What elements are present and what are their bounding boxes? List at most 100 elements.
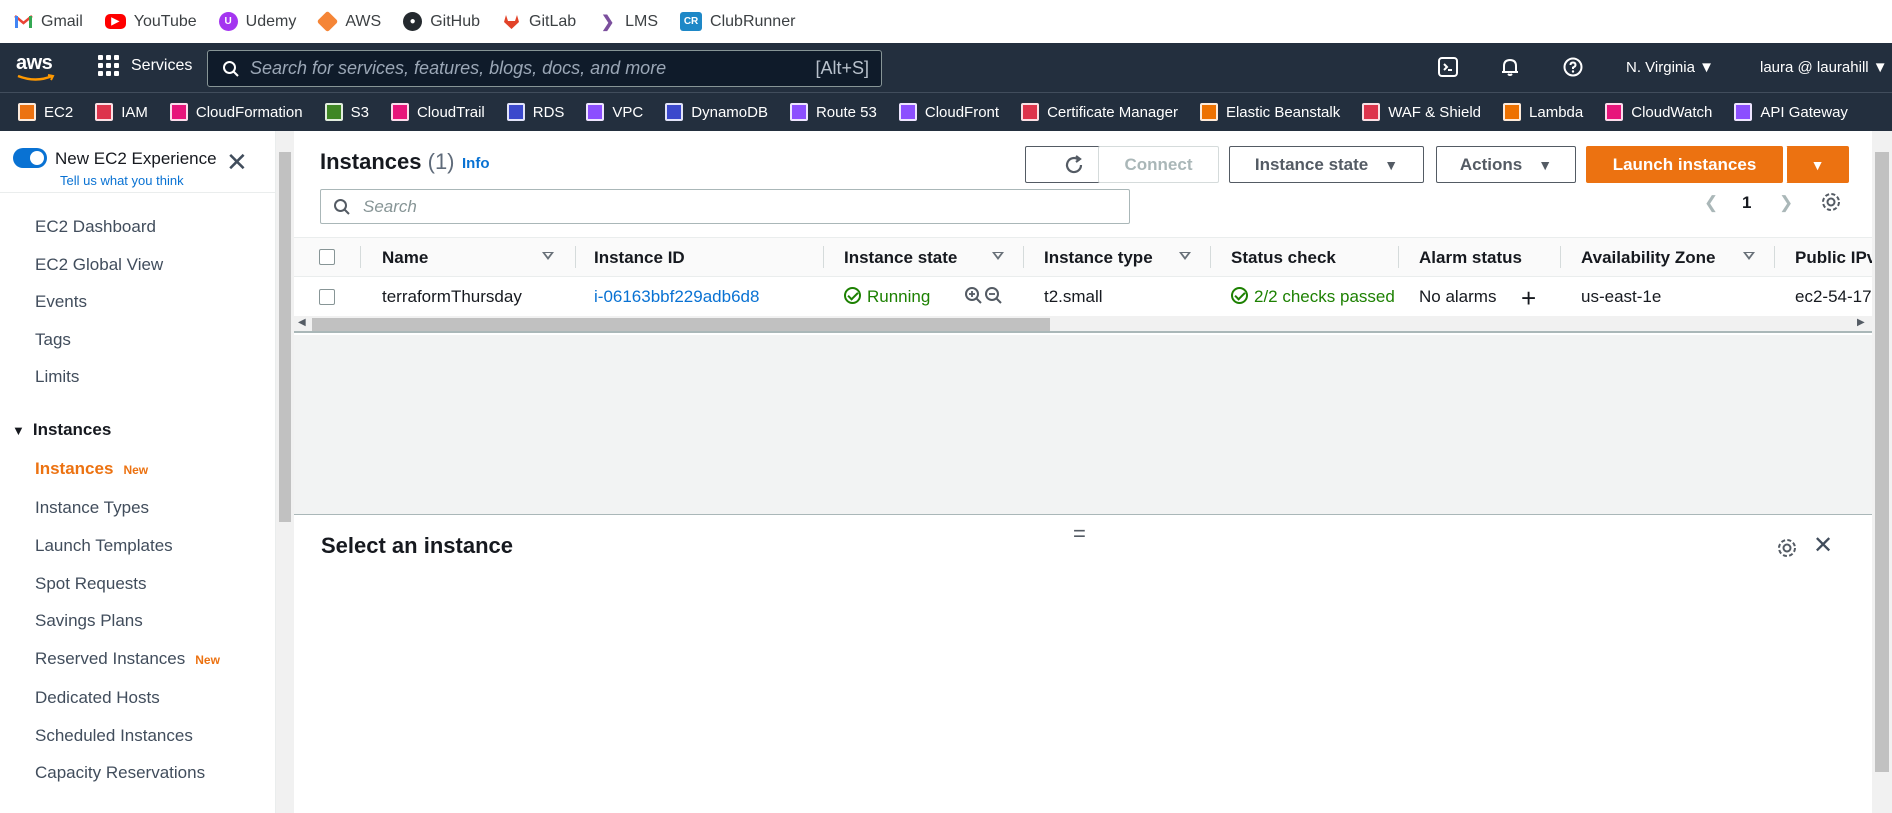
bookmark-gmail[interactable]: Gmail xyxy=(14,12,83,31)
shortcut-dynamodb[interactable]: DynamoDB xyxy=(665,103,768,121)
column-divider xyxy=(360,246,361,268)
bookmarks-bar: Gmail ▶ YouTube U Udemy AWS ● GitHub GitLab… xyxy=(0,0,1892,43)
bookmark-youtube[interactable]: ▶ YouTube xyxy=(104,13,197,31)
sort-icon[interactable] xyxy=(542,252,554,260)
column-header-public-ipv4[interactable]: Public IPv xyxy=(1795,248,1876,268)
global-search-input[interactable]: Search for services, features, blogs, do… xyxy=(207,50,882,87)
next-page-icon[interactable]: ❯ xyxy=(1779,193,1793,213)
shortcut-route53[interactable]: Route 53 xyxy=(789,103,877,121)
new-experience-toggle[interactable] xyxy=(13,148,47,168)
shortcut-cloudwatch[interactable]: CloudWatch xyxy=(1605,103,1712,121)
page-scrollbar-thumb[interactable] xyxy=(1875,152,1889,772)
sidebar-item-launch-templates[interactable]: Launch Templates xyxy=(35,536,173,556)
aws-cube-icon xyxy=(317,10,339,33)
bookmark-clubrunner[interactable]: CR ClubRunner xyxy=(680,12,795,31)
sidebar-item-reserved-instances[interactable]: Reserved Instances New xyxy=(35,649,220,669)
shortcut-cloudtrail[interactable]: CloudTrail xyxy=(390,103,485,121)
sidebar-item-instance-types[interactable]: Instance Types xyxy=(35,498,149,518)
aws-logo[interactable]: aws xyxy=(16,52,60,84)
table-horizontal-scrollbar[interactable]: ◀ ▶ xyxy=(294,316,1872,333)
sidebar-item-tags[interactable]: Tags xyxy=(35,330,71,350)
new-badge: New xyxy=(195,653,220,667)
shortcut-lambda[interactable]: Lambda xyxy=(1503,103,1583,121)
column-header-alarm-status[interactable]: Alarm status xyxy=(1419,248,1522,268)
shortcut-waf-shield[interactable]: WAF & Shield xyxy=(1362,103,1481,121)
shortcut-ec2[interactable]: EC2 xyxy=(18,103,73,121)
zoom-in-icon[interactable] xyxy=(964,286,983,310)
sidebar-item-dedicated-hosts[interactable]: Dedicated Hosts xyxy=(35,688,160,708)
sidebar-item-instances[interactable]: Instances New xyxy=(35,459,148,479)
page-number[interactable]: 1 xyxy=(1742,193,1751,213)
bell-icon[interactable] xyxy=(1500,57,1520,82)
split-panel-settings-icon[interactable] xyxy=(1776,537,1798,564)
scroll-right-icon[interactable]: ▶ xyxy=(1857,317,1865,328)
launch-dropdown-button[interactable]: ▼ xyxy=(1786,146,1849,183)
add-alarm-icon[interactable]: + xyxy=(1521,283,1536,314)
sidebar-item-spot-requests[interactable]: Spot Requests xyxy=(35,574,147,594)
horizontal-scrollbar-thumb[interactable] xyxy=(312,318,1050,331)
account-menu[interactable]: laura @ laurahill ▼ xyxy=(1760,59,1888,76)
sort-icon[interactable] xyxy=(992,252,1004,260)
shortcut-cloudformation[interactable]: CloudFormation xyxy=(169,103,303,121)
shortcut-iam[interactable]: IAM xyxy=(95,103,148,121)
bookmark-udemy[interactable]: U Udemy xyxy=(218,12,296,31)
column-divider xyxy=(1023,246,1024,268)
region-selector[interactable]: N. Virginia ▼ xyxy=(1626,59,1714,76)
column-header-availability-zone[interactable]: Availability Zone xyxy=(1581,248,1715,268)
select-all-checkbox[interactable] xyxy=(319,249,335,265)
bookmark-gitlab[interactable]: GitLab xyxy=(502,12,576,31)
row-checkbox[interactable] xyxy=(319,289,335,305)
aws-smile-icon xyxy=(17,74,55,81)
shortcut-elastic-beanstalk[interactable]: Elastic Beanstalk xyxy=(1199,103,1340,121)
zoom-out-icon[interactable] xyxy=(984,286,1003,310)
info-link[interactable]: Info xyxy=(462,155,490,172)
shortcut-cloudfront[interactable]: CloudFront xyxy=(898,103,999,121)
sidebar-item-ec2-dashboard[interactable]: EC2 Dashboard xyxy=(35,217,156,237)
sidebar-item-savings-plans[interactable]: Savings Plans xyxy=(35,611,143,631)
instance-state-status: Running xyxy=(844,287,930,307)
shortcut-s3[interactable]: S3 xyxy=(324,103,369,121)
shortcut-certificate-manager[interactable]: Certificate Manager xyxy=(1021,103,1178,121)
cloudshell-icon[interactable] xyxy=(1438,57,1458,82)
column-header-instance-state[interactable]: Instance state xyxy=(844,248,957,268)
connect-button[interactable]: Connect xyxy=(1098,146,1219,183)
new-experience-panel: New EC2 Experience Tell us what you thin… xyxy=(0,131,276,193)
sidebar-item-capacity-reservations[interactable]: Capacity Reservations xyxy=(35,763,205,783)
table-settings-icon[interactable] xyxy=(1820,191,1842,218)
scroll-left-icon[interactable]: ◀ xyxy=(298,317,306,328)
launch-instances-button[interactable]: Launch instances xyxy=(1586,146,1783,183)
instance-state-button[interactable]: Instance state ▼ xyxy=(1229,146,1424,183)
shortcut-vpc[interactable]: VPC xyxy=(586,103,643,121)
caret-down-icon: ▼ xyxy=(1699,59,1714,76)
shortcut-rds[interactable]: RDS xyxy=(506,103,564,121)
close-split-panel-icon[interactable]: ✕ xyxy=(1813,531,1833,560)
sidebar-item-limits[interactable]: Limits xyxy=(35,367,79,387)
column-header-name[interactable]: Name xyxy=(382,248,428,268)
feedback-link[interactable]: Tell us what you think xyxy=(60,173,184,188)
sidebar-item-scheduled-instances[interactable]: Scheduled Instances xyxy=(35,726,193,746)
bookmark-aws[interactable]: AWS xyxy=(317,10,381,33)
sidebar-scrollbar-thumb[interactable] xyxy=(279,152,291,522)
main-content: Instances (1) Info Connect Instance stat… xyxy=(294,131,1876,813)
shortcut-api-gateway[interactable]: API Gateway xyxy=(1734,103,1848,121)
column-header-status-check[interactable]: Status check xyxy=(1231,248,1336,268)
instances-search-input[interactable]: Search xyxy=(320,189,1130,224)
bookmark-github[interactable]: ● GitHub xyxy=(403,12,480,31)
instance-id-link[interactable]: i-06163bbf229adb6d8 xyxy=(594,287,759,307)
previous-page-icon[interactable]: ❮ xyxy=(1704,193,1718,213)
services-menu-button[interactable]: Services xyxy=(98,55,192,76)
actions-button[interactable]: Actions ▼ xyxy=(1436,146,1576,183)
sort-icon[interactable] xyxy=(1179,252,1191,260)
sidebar-item-ec2-global-view[interactable]: EC2 Global View xyxy=(35,255,163,275)
bookmark-lms[interactable]: ❯ LMS xyxy=(598,12,658,31)
sidebar-section-instances[interactable]: ▼ Instances xyxy=(12,420,111,440)
close-sidebar-icon[interactable]: ✕ xyxy=(226,149,248,175)
sort-icon[interactable] xyxy=(1743,252,1755,260)
resize-handle-icon[interactable]: = xyxy=(1073,521,1086,547)
column-header-instance-id[interactable]: Instance ID xyxy=(594,248,685,268)
table-row[interactable]: terraformThursday i-06163bbf229adb6d8 Ru… xyxy=(294,277,1872,317)
help-icon[interactable] xyxy=(1563,57,1583,82)
udemy-icon: U xyxy=(218,12,238,31)
column-header-instance-type[interactable]: Instance type xyxy=(1044,248,1153,268)
sidebar-item-events[interactable]: Events xyxy=(35,292,87,312)
